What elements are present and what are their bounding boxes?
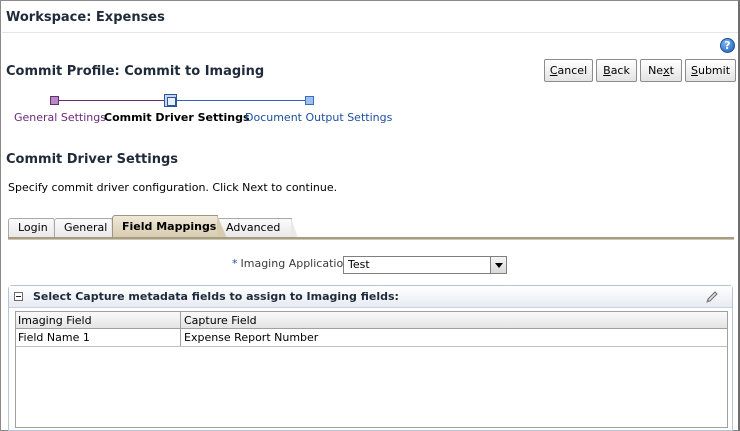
imaging-application-label-text: Imaging Application bbox=[240, 257, 351, 270]
panel-title: Select Capture metadata fields to assign… bbox=[33, 290, 399, 303]
table-row[interactable]: Field Name 1 Expense Report Number bbox=[16, 329, 727, 347]
submit-button[interactable]: Submit bbox=[685, 59, 736, 82]
mapping-table: Imaging Field Capture Field Field Name 1… bbox=[15, 311, 728, 428]
next-button[interactable]: Ne x t bbox=[640, 59, 682, 82]
train-stop-general-settings[interactable] bbox=[50, 96, 59, 105]
tab-general[interactable]: General bbox=[54, 218, 118, 238]
wizard-train: General Settings Commit Driver Settings … bbox=[0, 92, 400, 128]
field-mapping-panel: Select Capture metadata fields to assign… bbox=[8, 285, 733, 431]
tab-underline bbox=[8, 237, 734, 240]
header-divider bbox=[2, 32, 738, 33]
tab-advanced[interactable]: Advanced bbox=[216, 218, 298, 238]
train-stop-document-output-settings[interactable] bbox=[305, 96, 314, 105]
column-header-capture-field[interactable]: Capture Field bbox=[181, 312, 727, 328]
pencil-icon[interactable] bbox=[704, 289, 720, 305]
table-header: Imaging Field Capture Field bbox=[16, 312, 727, 329]
imaging-application-value: Test bbox=[348, 258, 370, 271]
workspace-title: Workspace: Expenses bbox=[6, 10, 165, 25]
help-icon[interactable]: ? bbox=[720, 38, 735, 53]
section-title: Commit Driver Settings bbox=[6, 152, 179, 167]
cancel-button[interactable]: Cancel bbox=[544, 59, 593, 82]
profile-title: Commit Profile: Commit to Imaging bbox=[6, 64, 265, 79]
cell-capture-field[interactable]: Expense Report Number bbox=[181, 329, 727, 346]
train-connector-visited bbox=[59, 100, 165, 101]
train-stop-commit-driver-settings bbox=[164, 94, 177, 107]
column-header-imaging-field[interactable]: Imaging Field bbox=[16, 312, 181, 328]
chevron-down-icon[interactable] bbox=[490, 257, 506, 273]
tab-login[interactable]: Login bbox=[8, 218, 60, 238]
panel-header: Select Capture metadata fields to assign… bbox=[9, 286, 732, 308]
instruction-text: Specify commit driver configuration. Cli… bbox=[8, 181, 338, 194]
imaging-application-label: * Imaging Application bbox=[232, 257, 350, 270]
train-label-general-settings[interactable]: General Settings bbox=[14, 111, 106, 124]
train-label-document-output-settings[interactable]: Document Output Settings bbox=[245, 111, 392, 124]
imaging-application-select[interactable]: Test bbox=[343, 256, 507, 274]
tab-field-mappings[interactable]: Field Mappings bbox=[112, 215, 227, 238]
collapse-icon[interactable] bbox=[14, 292, 23, 301]
cell-imaging-field[interactable]: Field Name 1 bbox=[16, 329, 181, 346]
required-marker: * bbox=[232, 257, 238, 270]
wizard-buttons: Cancel Back Ne x t Submit bbox=[544, 59, 736, 82]
train-label-commit-driver-settings: Commit Driver Settings bbox=[104, 111, 250, 124]
back-button[interactable]: Back bbox=[596, 59, 637, 82]
train-connector-unvisited bbox=[175, 100, 305, 101]
